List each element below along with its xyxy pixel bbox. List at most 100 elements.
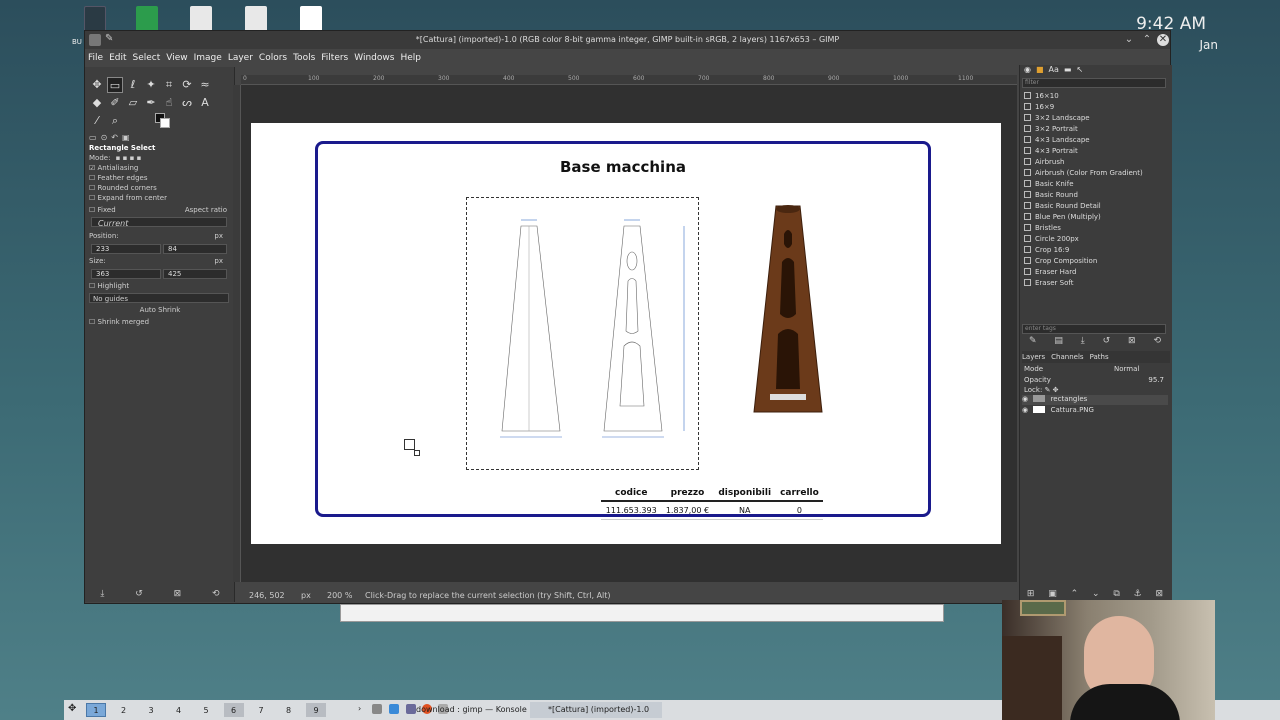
move-tool-icon[interactable]: ✥ [89, 77, 105, 93]
task-konsole[interactable]: download : gimp — Konsole [398, 702, 527, 718]
layer-item[interactable]: ◉ rectangles [1022, 395, 1168, 405]
menu-view[interactable]: View [163, 51, 190, 65]
selection-mode-replace-icon[interactable]: ▪ [116, 154, 121, 162]
reset-options-icon[interactable]: ⟲ [212, 589, 220, 599]
rectangle-select-tool-icon[interactable]: ▭ [107, 77, 123, 93]
move-icon[interactable]: ✥ [68, 703, 76, 714]
images-tab-icon[interactable]: ▣ [122, 133, 130, 142]
brush-item[interactable]: 16×10 [1024, 91, 1059, 102]
menu-colors[interactable]: Colors [256, 51, 290, 65]
tool-options-tab-icon[interactable]: ▭ [89, 133, 97, 142]
brush-item[interactable]: Eraser Soft [1024, 278, 1073, 289]
undo-history-tab-icon[interactable]: ↶ [111, 133, 118, 142]
document-icon[interactable] [190, 6, 212, 32]
brush-item[interactable]: 16×9 [1024, 102, 1054, 113]
save-options-icon[interactable]: ⤓ [100, 589, 104, 599]
window-titlebar[interactable]: *[Cattura] (imported)-1.0 (RGB color 8-b… [85, 31, 1170, 49]
workspace-5[interactable]: 5 [196, 703, 216, 717]
zoom-tool-icon[interactable]: ⌕ [107, 113, 123, 129]
menu-help[interactable]: Help [397, 51, 424, 65]
anchor-layer-icon[interactable]: ⚓ [1134, 589, 1142, 599]
brush-item[interactable]: Basic Round [1024, 190, 1078, 201]
chevron-right-icon[interactable]: › [358, 704, 361, 713]
brushes-filter-input[interactable]: filter [1022, 78, 1166, 88]
brush-item[interactable]: Blue Pen (Multiply) [1024, 212, 1101, 223]
workspace-7[interactable]: 7 [251, 703, 271, 717]
highlight-option[interactable]: ☐ Highlight [89, 281, 231, 292]
airbrush-tool-icon[interactable]: ✒ [143, 95, 159, 111]
menu-windows[interactable]: Windows [351, 51, 397, 65]
menu-filters[interactable]: Filters [318, 51, 351, 65]
brush-item[interactable]: Airbrush (Color From Gradient) [1024, 168, 1143, 179]
eye-icon[interactable]: ◉ [1022, 395, 1028, 403]
tab-paths[interactable]: Paths [1090, 351, 1109, 363]
position-x-field[interactable]: 233 [91, 244, 161, 254]
opacity-field[interactable]: 95.7 [1148, 376, 1164, 384]
size-width-field[interactable]: 363 [91, 269, 161, 279]
restore-options-icon[interactable]: ↺ [135, 589, 143, 599]
lower-layer-icon[interactable]: ⌄ [1092, 589, 1100, 599]
brush-tags-input[interactable]: enter tags [1022, 324, 1166, 334]
brush-item[interactable]: Circle 200px [1024, 234, 1079, 245]
paths-tool-icon[interactable]: ᔕ [179, 95, 195, 111]
color-picker-tool-icon[interactable]: ⁄ [89, 113, 105, 129]
image-canvas[interactable]: Base macchina codice prezzo disponibili … [251, 123, 1001, 544]
open-as-image-icon[interactable]: ⟲ [1153, 336, 1161, 346]
maximize-icon[interactable]: ⌃ [1141, 34, 1153, 46]
brushes-tab-icon[interactable]: ◉ [1024, 65, 1031, 74]
brush-item[interactable]: Eraser Hard [1024, 267, 1076, 278]
konsole-window[interactable] [340, 604, 944, 622]
fuzzy-select-tool-icon[interactable]: ✦ [143, 77, 159, 93]
size-height-field[interactable]: 425 [163, 269, 227, 279]
bucket-fill-tool-icon[interactable]: ◆ [89, 95, 105, 111]
document-icon[interactable] [300, 6, 322, 32]
brush-item[interactable]: 4×3 Landscape [1024, 135, 1090, 146]
device-status-tab-icon[interactable]: ⊙ [101, 133, 108, 142]
eye-icon[interactable]: ◉ [1022, 406, 1028, 414]
menu-select[interactable]: Select [130, 51, 164, 65]
brush-item[interactable]: Basic Round Detail [1024, 201, 1101, 212]
delete-options-icon[interactable]: ⊠ [174, 589, 182, 599]
tab-layers[interactable]: Layers [1022, 351, 1045, 363]
workspace-6[interactable]: 6 [223, 703, 244, 717]
smudge-tool-icon[interactable]: ☝ [161, 95, 177, 111]
new-layer-icon[interactable]: ⊞ [1027, 589, 1035, 599]
close-icon[interactable]: ✕ [1157, 34, 1169, 46]
workspace-3[interactable]: 3 [141, 703, 161, 717]
fonts-tab-icon[interactable]: Aa [1049, 65, 1059, 74]
fixed-current-field[interactable]: Current [91, 217, 227, 228]
layer-item[interactable]: ◉ Cattura.PNG [1022, 406, 1168, 416]
guides-dropdown[interactable]: No guides [89, 293, 229, 303]
konsole-launcher-icon[interactable] [372, 704, 382, 714]
pointer-tab-icon[interactable]: ↖ [1076, 65, 1083, 74]
text-tool-icon[interactable]: A [197, 95, 213, 111]
selection-handle[interactable] [404, 439, 415, 450]
expand-from-center-option[interactable]: ☐ Expand from center [89, 193, 231, 204]
resize-handle[interactable] [414, 450, 420, 456]
workspace-8[interactable]: 8 [279, 703, 299, 717]
tab-channels[interactable]: Channels [1051, 351, 1083, 363]
size-unit[interactable]: px [214, 256, 223, 267]
brush-item[interactable]: Bristles [1024, 223, 1061, 234]
pin-icon[interactable]: ✎ [105, 33, 113, 44]
fixed-dropdown[interactable]: Aspect ratio [185, 205, 227, 216]
canvas-area[interactable]: Base macchina codice prezzo disponibili … [241, 85, 1017, 582]
brush-item[interactable]: 4×3 Portrait [1024, 146, 1078, 157]
raise-layer-icon[interactable]: ⌃ [1071, 589, 1079, 599]
delete-brush-icon[interactable]: ⊠ [1128, 336, 1136, 346]
selection-mode-subtract-icon[interactable]: ▪ [130, 154, 135, 162]
shrink-merged-option[interactable]: ☐ Shrink merged [89, 317, 231, 328]
workspace-9[interactable]: 9 [306, 703, 326, 717]
edit-brush-icon[interactable]: ✎ [1029, 336, 1037, 346]
brush-item[interactable]: Crop Composition [1024, 256, 1097, 267]
brush-item[interactable]: Airbrush [1024, 157, 1064, 168]
brush-item[interactable]: 3×2 Portrait [1024, 124, 1078, 135]
new-brush-icon[interactable]: ▤ [1054, 336, 1063, 346]
position-y-field[interactable]: 84 [163, 244, 227, 254]
fixed-option[interactable]: ☐ Fixed Aspect ratio [89, 205, 231, 216]
patterns-tab-icon[interactable]: ■ [1036, 65, 1044, 74]
duplicate-layer-icon[interactable]: ⧉ [1113, 589, 1119, 599]
crop-tool-icon[interactable]: ⌗ [161, 77, 177, 93]
document-history-tab-icon[interactable]: ▬ [1064, 65, 1072, 74]
auto-shrink-button[interactable]: Auto Shrink [89, 305, 231, 316]
